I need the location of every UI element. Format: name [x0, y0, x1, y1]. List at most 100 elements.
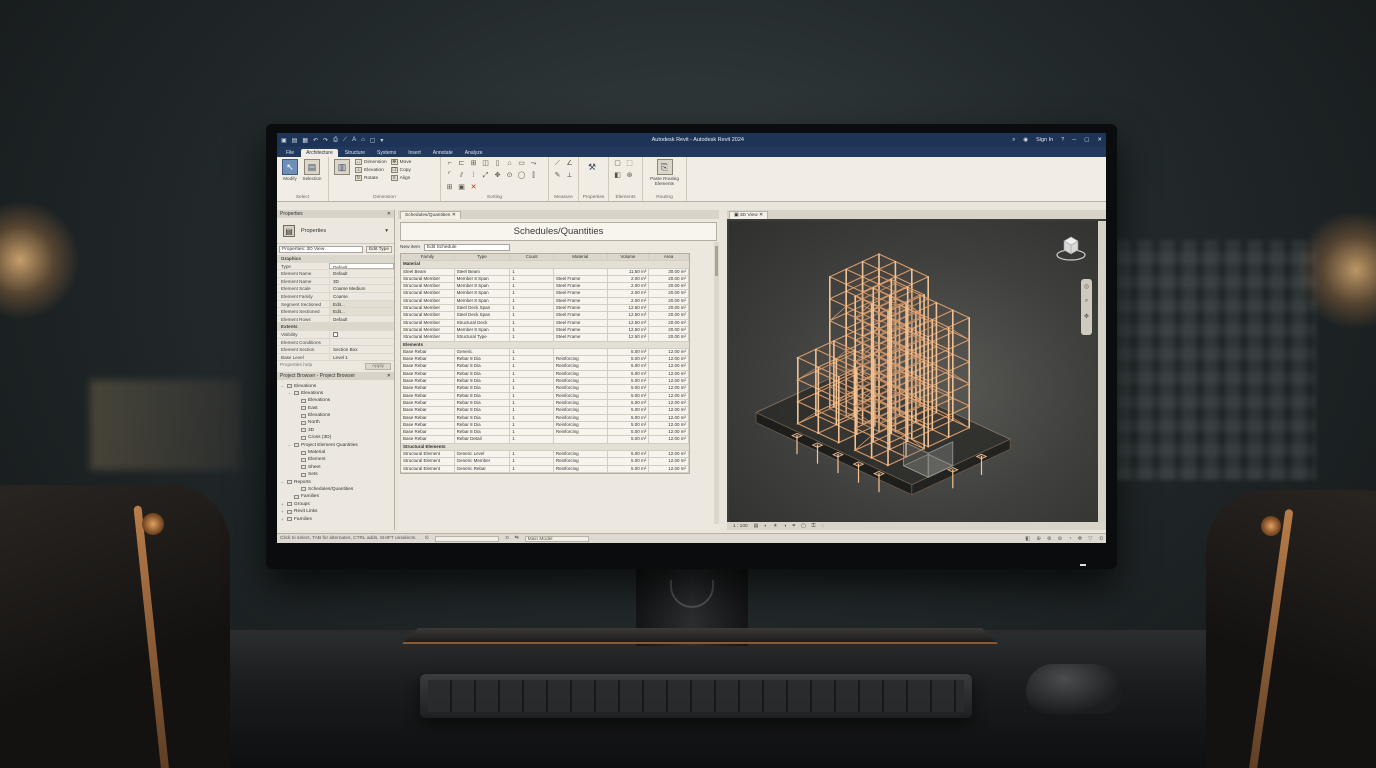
drag-icon[interactable]: ✥	[1078, 536, 1083, 542]
property-value[interactable]: Edit...	[329, 308, 394, 315]
show-crop-icon[interactable]: ▢	[801, 524, 806, 529]
browser-item[interactable]: − Elevations	[277, 390, 394, 397]
app-menu-icon[interactable]: ▣	[281, 137, 287, 144]
browser-item[interactable]: Sheet	[277, 464, 394, 471]
save-icon[interactable]: ▦	[302, 137, 308, 144]
property-value[interactable]: 3D	[329, 277, 394, 285]
ruler-icon[interactable]: ⟂	[565, 171, 574, 180]
table-row[interactable]: Structural Element Generic Member 1 Reinfor…	[401, 458, 689, 466]
minimize-button[interactable]: ─	[1072, 137, 1076, 144]
table-row[interactable]: Base Rebar Rebar Detail 1 5.00 m³ 12.00 m²	[401, 436, 689, 444]
customize-icon[interactable]: ▾	[380, 137, 383, 144]
main-model-field[interactable]: Main Model	[524, 535, 589, 542]
properties-help-link[interactable]: Properties help	[280, 363, 312, 370]
pan-icon[interactable]: ✥	[1084, 313, 1089, 320]
close-tab-icon[interactable]: ✕	[452, 213, 456, 218]
column-header[interactable]: Type	[455, 254, 511, 261]
schedule-scroll-thumb[interactable]	[715, 246, 718, 276]
table-row[interactable]: Base Rebar Rebar 8 Dia 1 Reinforcing 5.00 m³…	[401, 421, 689, 430]
table-row[interactable]: Base Rebar Rebar 8 Dia 1 Reinforcing 5.00 m³…	[401, 407, 689, 415]
property-value[interactable]: Coarse Medium	[329, 285, 394, 292]
table-row[interactable]: Base Rebar Rebar 8 Dia 1 Reinforcing 5.00 m³…	[401, 385, 689, 393]
browser-item[interactable]: Cross (3D)	[277, 434, 394, 441]
browser-item[interactable]: Element	[277, 456, 394, 463]
close-tab-icon[interactable]: ✕	[759, 213, 763, 218]
select-underlay-icon[interactable]: ⊗	[1047, 536, 1052, 542]
property-value[interactable]: Default	[329, 315, 394, 323]
dimension-button[interactable]: ↔ Dimension	[355, 159, 387, 165]
expand-icon[interactable]: +	[280, 508, 285, 515]
browser-item[interactable]: Families	[277, 493, 394, 500]
paste-button[interactable]: ▥	[333, 159, 351, 175]
copy-button[interactable]: ❐ Copy	[390, 167, 412, 173]
3d-view-icon[interactable]: ⌂	[361, 137, 365, 144]
property-value[interactable]: Default	[329, 270, 394, 277]
property-value[interactable]: Level 1	[329, 353, 394, 361]
undo-icon[interactable]: ↶	[313, 137, 318, 144]
schedule-view-tab[interactable]: Schedules/Quantities ✕	[400, 211, 461, 219]
table-row[interactable]: Structural Member Member 8 Span 1 Steel Fra…	[401, 275, 689, 284]
table-row[interactable]: Base Rebar Rebar 8 Dia 1 Reinforcing 5.00 m³…	[401, 429, 689, 437]
help-icon[interactable]: ?	[1061, 137, 1064, 144]
properties-category[interactable]: Extents	[277, 323, 394, 331]
table-group-header[interactable]: Structural Elements	[401, 443, 689, 452]
close-button[interactable]: ✕	[1097, 137, 1102, 144]
print-icon[interactable]: ⎙	[333, 137, 338, 144]
selection-button[interactable]: ▤ Selection	[303, 159, 321, 181]
table-row[interactable]: Base Rebar Rebar 8 Dia 1 Reinforcing 5.00 m³…	[401, 356, 689, 364]
paste-routing-button[interactable]: ⎘ Paste Routing Elements	[647, 159, 682, 186]
user-icon[interactable]: ◉	[1023, 137, 1028, 144]
browser-item[interactable]: − Elevations	[277, 382, 394, 389]
table-row[interactable]: Base Rebar Rebar 8 Dia 1 Reinforcing 5.00 m³…	[401, 370, 689, 379]
schedule-filter-dropdown[interactable]: Edit Schedule	[424, 244, 510, 251]
element-3-icon[interactable]: ◧	[613, 171, 622, 180]
window-icon[interactable]: ⊞	[469, 159, 478, 168]
3d-view-scrollbar[interactable]	[1098, 221, 1106, 522]
browser-item[interactable]: + Revit Links	[277, 508, 394, 515]
scale-icon[interactable]: ⤢	[481, 171, 490, 180]
elevation-button[interactable]: ⊥ Elevation	[355, 167, 387, 173]
select-links-icon[interactable]: ⊕	[1036, 536, 1041, 542]
offset-icon[interactable]: ⤳	[529, 159, 538, 168]
property-value[interactable]: Default	[329, 262, 394, 270]
properties-filter-dropdown[interactable]: Properties: 3D View	[279, 246, 364, 253]
table-row[interactable]: Structural Element Generic Rebar 1 Reinforc…	[401, 465, 689, 473]
view-scale[interactable]: 1 : 100	[733, 524, 748, 529]
property-value[interactable]	[329, 338, 394, 346]
design-options-icon[interactable]: ⇆	[515, 536, 519, 541]
select-pinned-icon[interactable]: ⊛	[1058, 536, 1063, 542]
sign-in-link[interactable]: Sign In	[1036, 137, 1053, 144]
3d-view-tab[interactable]: ▣ 3D View ✕	[729, 211, 769, 219]
property-checkbox[interactable]	[329, 330, 394, 338]
browser-item[interactable]: Elevations	[277, 397, 394, 404]
collapse-icon[interactable]: −	[287, 390, 292, 397]
lock-3d-icon[interactable]: ⚿	[812, 523, 816, 529]
wall-icon[interactable]: ⌐	[445, 159, 454, 168]
table-row[interactable]: Base Rebar Rebar 8 Dia 1 Reinforcing 5.00 m³…	[401, 414, 689, 422]
rotate-button[interactable]: ↻ Rotate	[355, 175, 387, 181]
pin-icon[interactable]: ⊙	[505, 171, 514, 180]
table-group-header[interactable]: Elements	[401, 341, 689, 349]
table-row[interactable]: Structural Member Steel Deck Span 1 Steel F…	[401, 312, 689, 320]
sun-path-icon[interactable]: ☀	[773, 524, 777, 529]
3d-model-canvas[interactable]: ◎ ⌕ ✥	[729, 221, 1098, 522]
editable-icon[interactable]: ◧	[1025, 536, 1030, 542]
edit-type-button[interactable]: Edit Type	[366, 246, 392, 253]
temporary-hide-icon[interactable]: ◌	[821, 524, 824, 529]
viewcube-icon[interactable]	[1056, 233, 1086, 261]
workset-icon[interactable]: ⊙	[425, 536, 429, 541]
table-row[interactable]: Structural Member Member 8 Span 1 Steel Fra…	[401, 326, 689, 335]
visual-style-icon[interactable]: ◐	[764, 524, 767, 529]
delete-icon[interactable]: ✕	[469, 183, 478, 192]
measure-angle-icon[interactable]: ∠	[565, 159, 574, 168]
property-value[interactable]: Section Box	[329, 346, 394, 353]
table-row[interactable]: Structural Member Member 8 Span 1 Steel Fra…	[401, 290, 689, 298]
measure-icon[interactable]: ⟋	[343, 137, 347, 144]
ribbon-tab-analyze[interactable]: Analyze	[460, 149, 488, 157]
element-2-icon[interactable]: ⬚	[625, 159, 634, 168]
properties-type-selector[interactable]: ▤ Properties ▾	[277, 218, 394, 244]
column-icon[interactable]: ▯	[493, 159, 502, 168]
align-button[interactable]: ≡ Align	[390, 175, 412, 181]
redo-icon[interactable]: ↷	[323, 137, 328, 144]
table-row[interactable]: Base Rebar Rebar 8 Dia 1 Reinforcing 5.00 m³…	[401, 392, 689, 400]
